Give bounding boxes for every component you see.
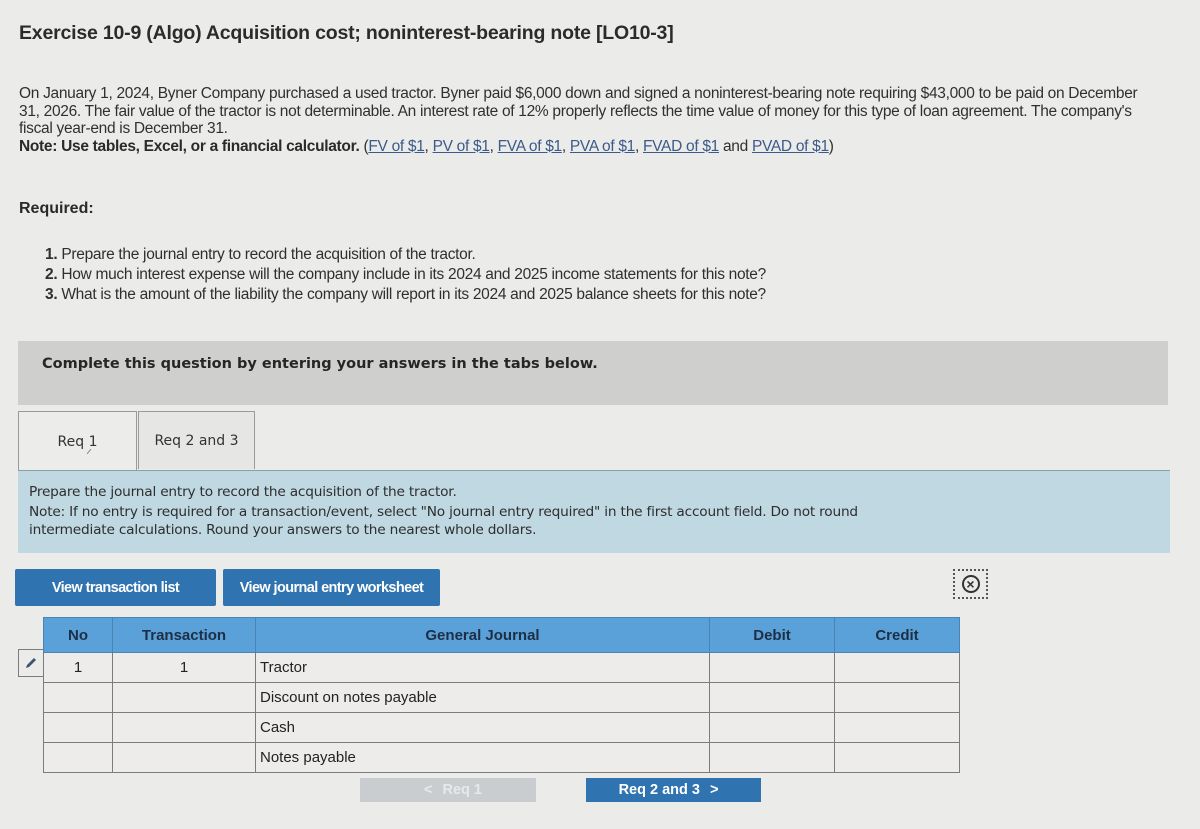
credit-cell (834, 742, 960, 773)
header-debit: Debit (709, 617, 835, 653)
calculator-note: Note: Use tables, Excel, or a financial … (19, 137, 360, 155)
table-row: Notes payable (43, 742, 960, 773)
link-pva[interactable]: PVA of $1 (570, 138, 635, 155)
chevron-right-icon: > (709, 782, 719, 798)
account-cell: Tractor (255, 652, 710, 683)
instruction-note-cont: intermediate calculations. Round your an… (29, 522, 537, 538)
entry-no (43, 742, 113, 773)
credit-cell (834, 712, 960, 743)
account-cell: Cash (255, 712, 710, 743)
tab-req-1[interactable]: Req 1 (18, 411, 137, 472)
exercise-title: Exercise 10-9 (Algo) Acquisition cost; n… (19, 22, 674, 44)
chevron-left-icon: < (424, 782, 433, 798)
account-cell: Notes payable (255, 742, 710, 773)
journal-header-row: No Transaction General Journal Debit Cre… (43, 617, 960, 653)
table-row: 1 1 Tractor (43, 652, 960, 683)
instruction-line: Prepare the journal entry to record the … (29, 484, 457, 500)
entry-no (43, 682, 113, 713)
link-fvad[interactable]: FVAD of $1 (643, 138, 719, 155)
banner-text: Complete this question by entering your … (42, 356, 598, 372)
header-no: No (43, 617, 113, 653)
link-fv[interactable]: FV of $1 (368, 138, 424, 155)
table-row: Discount on notes payable (43, 682, 960, 713)
account-cell: Discount on notes payable (255, 682, 710, 713)
instruction-note: Note: If no entry is required for a tran… (29, 504, 858, 520)
required-list: 1. Prepare the journal entry to record t… (45, 245, 766, 305)
debit-cell (709, 652, 835, 683)
credit-cell (834, 682, 960, 713)
debit-cell (709, 742, 835, 773)
header-credit: Credit (834, 617, 960, 653)
link-pvad[interactable]: PVAD of $1 (752, 138, 829, 155)
view-transaction-list-button[interactable]: View transaction list (15, 569, 216, 606)
link-pv[interactable]: PV of $1 (433, 138, 490, 155)
clear-entries-button[interactable]: × (953, 569, 988, 599)
required-item: 3. What is the amount of the liability t… (45, 286, 766, 303)
required-heading: Required: (19, 200, 94, 217)
entry-transaction (112, 682, 256, 713)
close-circle-icon: × (961, 575, 980, 593)
tab-instructions: Prepare the journal entry to record the … (18, 470, 1170, 553)
header-general-journal: General Journal (255, 617, 710, 653)
problem-statement: On January 1, 2024, Byner Company purcha… (19, 85, 1138, 155)
journal-table: No Transaction General Journal Debit Cre… (43, 617, 960, 773)
tab-req-2-and-3[interactable]: Req 2 and 3 (138, 411, 255, 469)
next-req-button[interactable]: Req 2 and 3 > (586, 778, 761, 802)
entry-transaction: 1 (112, 652, 256, 683)
required-item: 1. Prepare the journal entry to record t… (45, 246, 476, 263)
required-item: 2. How much interest expense will the co… (45, 266, 766, 283)
view-journal-entry-worksheet-button[interactable]: View journal entry worksheet (223, 569, 440, 606)
credit-cell (834, 652, 960, 683)
debit-cell (709, 712, 835, 743)
table-row: Cash (43, 712, 960, 743)
instruction-banner: Complete this question by entering your … (18, 341, 1168, 405)
edit-entry-button[interactable] (18, 649, 43, 677)
entry-no (43, 712, 113, 743)
header-transaction: Transaction (112, 617, 256, 653)
pencil-icon (26, 658, 36, 668)
entry-transaction (112, 742, 256, 773)
entry-no: 1 (43, 652, 113, 683)
problem-paragraph: On January 1, 2024, Byner Company purcha… (19, 85, 1138, 137)
link-fva[interactable]: FVA of $1 (498, 138, 563, 155)
debit-cell (709, 682, 835, 713)
entry-transaction (112, 712, 256, 743)
prev-req-button[interactable]: < Req 1 (360, 778, 536, 802)
